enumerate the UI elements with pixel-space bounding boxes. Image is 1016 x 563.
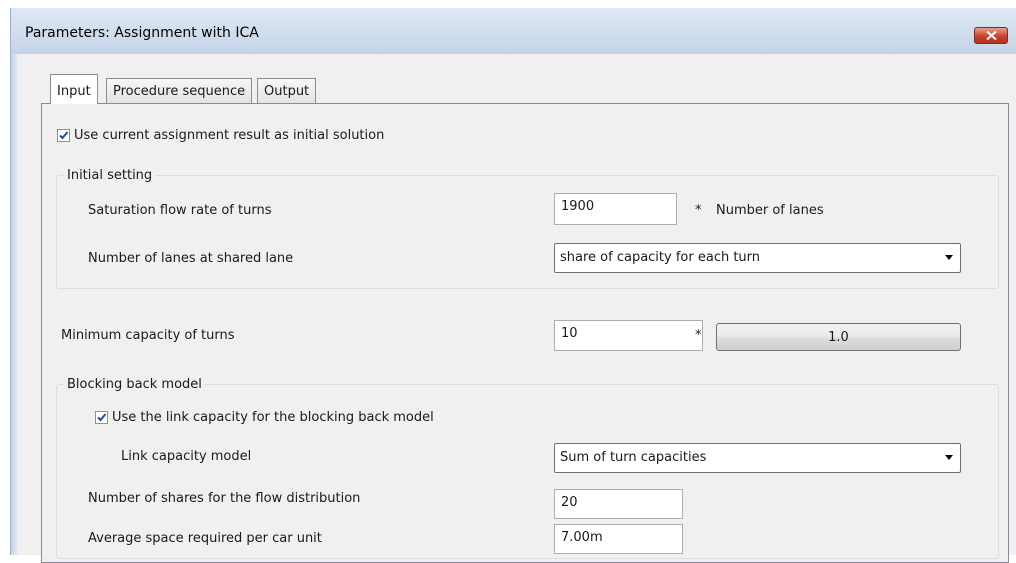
checkmark-icon [97,413,107,422]
use-link-capacity-checkbox[interactable] [95,411,108,424]
avg-space-label: Average space required per car unit [88,531,322,546]
link-capacity-model-dropdown[interactable]: Sum of turn capacities [554,443,961,473]
dialog-client-area: Input Procedure sequence Output Use curr… [18,54,1016,563]
num-shares-input[interactable]: 20 [554,489,683,519]
use-current-assignment-checkbox[interactable] [57,129,70,142]
saturation-flow-operator: * [695,203,702,218]
link-capacity-model-selected: Sum of turn capacities [560,450,707,465]
saturation-flow-input[interactable]: 1900 [554,193,677,225]
tab-input[interactable]: Input [50,74,98,104]
window-title: Parameters: Assignment with ICA [25,25,259,41]
lanes-shared-dropdown[interactable]: share of capacity for each turn [554,243,961,273]
min-capacity-factor-button[interactable]: 1.0 [716,323,961,351]
use-current-assignment-label: Use current assignment result as initial… [74,128,385,143]
window-frame-left [11,54,18,555]
chevron-down-icon [945,455,953,460]
min-capacity-input[interactable]: 10 [554,320,703,351]
lanes-shared-selected: share of capacity for each turn [560,250,761,265]
avg-space-input[interactable]: 7.00m [554,524,683,554]
chevron-down-icon [945,255,953,260]
close-button[interactable] [974,27,1008,44]
saturation-flow-label: Saturation flow rate of turns [88,203,272,218]
close-x-icon [986,31,997,40]
tab-procedure-sequence[interactable]: Procedure sequence [106,78,253,103]
number-of-lanes-label: Number of lanes [716,203,824,218]
tab-output-label: Output [264,84,310,99]
link-capacity-model-label: Link capacity model [121,449,252,464]
blocking-back-title: Blocking back model [64,377,205,392]
use-link-capacity-label: Use the link capacity for the blocking b… [112,410,434,425]
title-bar[interactable]: Parameters: Assignment with ICA [11,8,1016,54]
dialog-window: Parameters: Assignment with ICA Input Pr… [10,8,1016,563]
tab-output[interactable]: Output [257,78,317,103]
initial-setting-title: Initial setting [64,168,156,183]
lanes-shared-label: Number of lanes at shared lane [88,251,294,266]
tab-input-label: Input [57,84,91,99]
min-capacity-operator: * [695,328,702,343]
num-shares-label: Number of shares for the flow distributi… [88,491,361,506]
tab-procedure-sequence-label: Procedure sequence [113,84,246,99]
min-capacity-label: Minimum capacity of turns [61,328,235,343]
checkmark-icon [59,131,69,140]
